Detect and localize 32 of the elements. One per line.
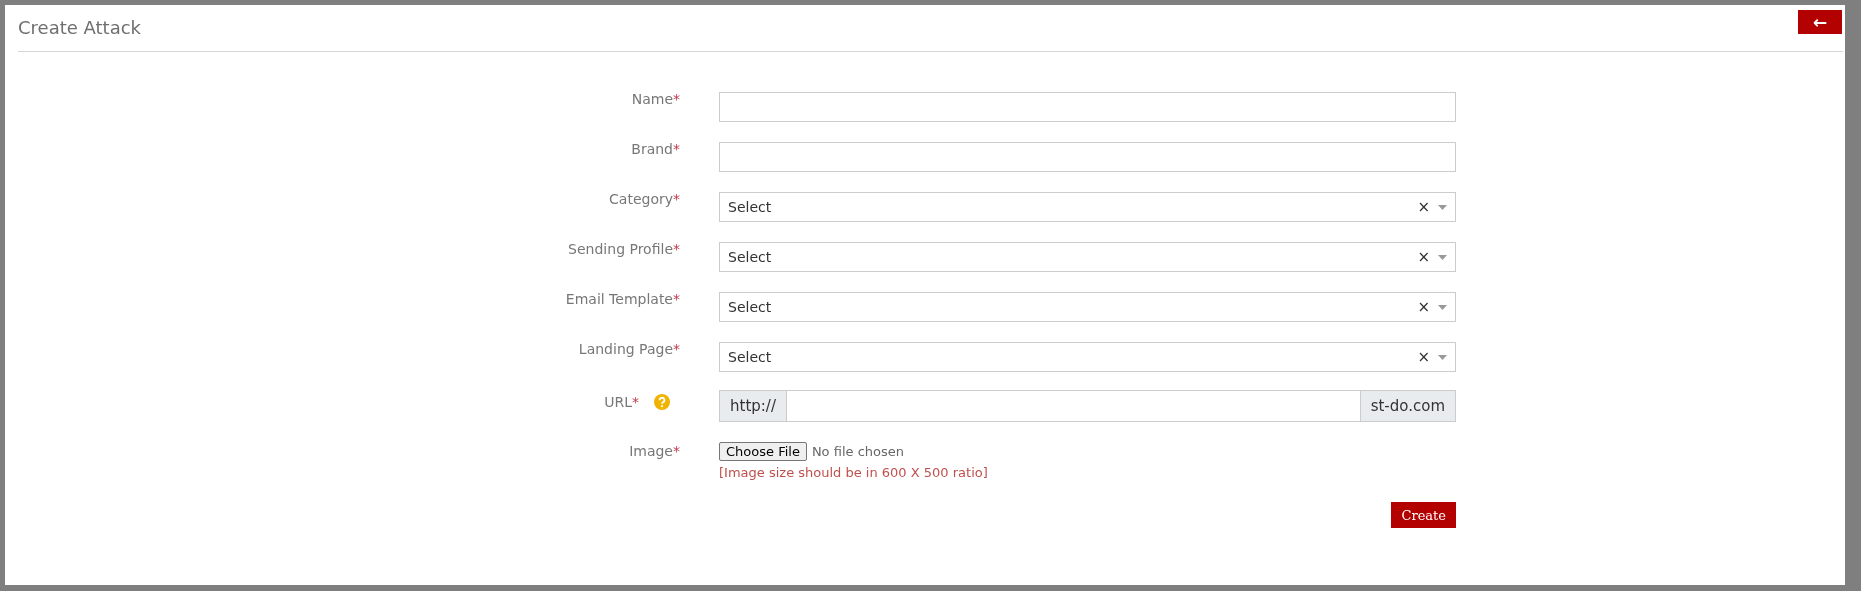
url-prefix: http:// <box>719 390 787 422</box>
caret-icon <box>1438 254 1447 260</box>
field-label: Email Template* <box>565 291 680 307</box>
caret-icon <box>1438 304 1447 310</box>
image-size-hint: [Image size should be in 600 X 500 ratio] <box>719 465 989 480</box>
select-field[interactable]: Select × <box>719 242 1456 272</box>
page-title: Create Attack <box>18 16 141 38</box>
back-button[interactable]: ← <box>1798 10 1842 34</box>
select-field[interactable]: Select × <box>719 192 1456 222</box>
text-field[interactable] <box>719 92 1456 122</box>
field-label: Name* <box>631 91 680 107</box>
choose-file-button[interactable]: Choose File <box>719 442 807 461</box>
text-field[interactable] <box>719 142 1456 172</box>
create-button[interactable]: Create <box>1391 502 1456 528</box>
select-field[interactable]: Select × <box>719 342 1456 372</box>
clear-icon[interactable]: × <box>1417 298 1430 316</box>
field-label: Image* <box>629 443 680 459</box>
clear-icon[interactable]: × <box>1417 198 1430 216</box>
caret-icon <box>1438 354 1447 360</box>
url-field[interactable] <box>786 390 1360 422</box>
field-label: Sending Profile* <box>568 241 680 257</box>
clear-icon[interactable]: × <box>1417 248 1430 266</box>
file-status: No file chosen <box>811 444 904 459</box>
url-suffix: st-do.com <box>1359 390 1456 422</box>
select-field[interactable]: Select × <box>719 292 1456 322</box>
clear-icon[interactable]: × <box>1417 348 1430 366</box>
field-label: Brand* <box>631 141 680 157</box>
help-icon[interactable] <box>654 394 670 410</box>
field-label: Category* <box>609 191 680 207</box>
field-label: URL* <box>604 394 639 410</box>
field-label: Landing Page* <box>578 341 680 357</box>
caret-icon <box>1438 204 1447 210</box>
